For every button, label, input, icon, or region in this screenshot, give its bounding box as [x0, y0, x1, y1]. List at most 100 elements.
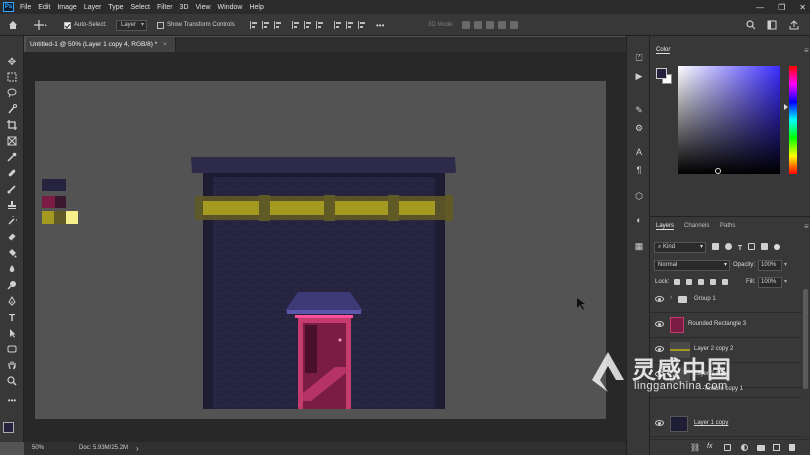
opacity-dropdown-icon[interactable]: ▾: [784, 261, 787, 268]
brush-panel-icon[interactable]: ✎: [633, 104, 645, 116]
blend-mode-dropdown[interactable]: Normal ▾: [654, 260, 730, 271]
hand-tool-icon[interactable]: [5, 360, 19, 373]
minimize-button[interactable]: —: [756, 3, 764, 12]
frame-tool-icon[interactable]: [5, 136, 19, 149]
menu-edit[interactable]: Edit: [38, 4, 50, 11]
lock-transparency-icon[interactable]: [674, 279, 680, 285]
lock-position-icon[interactable]: [697, 279, 704, 285]
layers-panel-menu-icon[interactable]: ≡: [804, 222, 809, 231]
align-top-icon[interactable]: [292, 21, 300, 29]
new-layer-icon[interactable]: [773, 444, 780, 451]
adjustments-panel-icon[interactable]: ⚙: [633, 122, 645, 134]
align-middle-icon[interactable]: [304, 21, 312, 29]
auto-select-checkbox[interactable]: [64, 21, 71, 29]
3d-panel-icon[interactable]: ⬡: [633, 190, 645, 202]
healing-brush-tool-icon[interactable]: [5, 168, 19, 181]
home-icon[interactable]: [8, 19, 18, 31]
distribute-vertical-icon[interactable]: [346, 21, 354, 29]
visibility-eye-icon[interactable]: [655, 321, 664, 327]
paths-tab[interactable]: Paths: [720, 223, 735, 229]
layer-row[interactable]: › Group 1: [650, 288, 802, 313]
link-icon[interactable]: ⛓: [690, 443, 700, 452]
lasso-tool-icon[interactable]: [5, 88, 19, 101]
menu-3d[interactable]: 3D: [180, 4, 189, 11]
color-picker-marker[interactable]: [715, 168, 721, 174]
transform-controls-checkbox[interactable]: [157, 21, 164, 29]
document-canvas[interactable]: [35, 81, 606, 419]
paint-bucket-tool-icon[interactable]: [5, 248, 19, 261]
menu-layer[interactable]: Layer: [84, 4, 102, 11]
document-tab[interactable]: Untitled-1 @ 50% (Layer 1 copy 4, RGB/8)…: [26, 37, 176, 52]
brush-tool-icon[interactable]: [5, 184, 19, 197]
transform-controls-option[interactable]: Show Transform Controls: [157, 19, 235, 31]
visibility-eye-icon[interactable]: [655, 420, 664, 426]
3d-rotate-icon[interactable]: [462, 21, 470, 29]
crop-tool-icon[interactable]: [5, 120, 19, 133]
fx-icon[interactable]: fx: [707, 443, 712, 450]
auto-select-dropdown[interactable]: Layer: [116, 19, 148, 31]
lock-artboard-icon[interactable]: [709, 279, 716, 285]
swatches-panel-icon[interactable]: ▦: [633, 240, 645, 252]
menu-select[interactable]: Select: [131, 4, 150, 11]
auto-select-option[interactable]: Auto-Select:: [64, 19, 107, 31]
color-panel-menu-icon[interactable]: ≡: [804, 46, 809, 55]
pen-tool-icon[interactable]: [5, 296, 19, 309]
trash-icon[interactable]: [789, 444, 795, 451]
color-picker-field[interactable]: [678, 66, 780, 174]
type-tool-icon[interactable]: T: [5, 312, 19, 325]
layer-filter-dropdown[interactable]: ⌕ Kind ▾: [654, 242, 706, 253]
menu-type[interactable]: Type: [108, 4, 123, 11]
history-panel-icon[interactable]: ⏍: [633, 52, 645, 64]
paragraph-panel-icon[interactable]: ¶: [633, 164, 645, 176]
foreground-color-chip[interactable]: [656, 68, 667, 79]
lock-pixels-icon[interactable]: [685, 279, 692, 285]
fill-dropdown-icon[interactable]: ▾: [784, 278, 787, 285]
clone-stamp-tool-icon[interactable]: [5, 200, 19, 213]
group-expand-icon[interactable]: ›: [670, 294, 672, 301]
menu-filter[interactable]: Filter: [157, 4, 173, 11]
lock-all-icon[interactable]: [721, 279, 728, 285]
filter-smart-object-icon[interactable]: [761, 243, 769, 250]
color-panel-tab[interactable]: Color: [656, 47, 671, 54]
visibility-eye-icon[interactable]: [655, 296, 664, 302]
status-arrow-icon[interactable]: ›: [136, 444, 139, 453]
menu-window[interactable]: Window: [218, 4, 243, 11]
zoom-tool-icon[interactable]: [5, 376, 19, 389]
rectangle-tool-icon[interactable]: [5, 344, 19, 357]
adjustment-icon[interactable]: [741, 444, 748, 451]
history-brush-tool-icon[interactable]: [5, 213, 20, 229]
filter-shape-icon[interactable]: [748, 243, 756, 250]
actions-panel-icon[interactable]: ▶: [633, 70, 645, 82]
align-right-icon[interactable]: [274, 21, 282, 29]
eyedropper-tool-icon[interactable]: [5, 152, 19, 165]
fill-field[interactable]: 100%: [758, 277, 782, 288]
hue-slider-handle[interactable]: [784, 104, 788, 110]
folder-icon[interactable]: [757, 445, 765, 451]
move-tool-icon[interactable]: ✥: [5, 56, 19, 69]
dodge-tool-icon[interactable]: [5, 280, 19, 293]
3d-pan-icon[interactable]: [486, 21, 494, 29]
3d-slide-icon[interactable]: [498, 21, 506, 29]
menu-view[interactable]: View: [196, 4, 211, 11]
blur-tool-icon[interactable]: [5, 264, 19, 277]
foreground-color-swatch[interactable]: [3, 422, 14, 433]
layer-row[interactable]: Layer 1 copy: [650, 412, 802, 437]
filter-toggle-icon[interactable]: [774, 244, 781, 250]
filter-adjustment-icon[interactable]: [724, 243, 732, 250]
marquee-tool-icon[interactable]: [5, 72, 19, 85]
layers-scrollbar[interactable]: [803, 289, 808, 389]
path-selection-tool-icon[interactable]: [5, 328, 19, 341]
quick-selection-tool-icon[interactable]: [5, 104, 19, 117]
layer-row[interactable]: Rounded Rectangle 3: [650, 313, 802, 338]
move-tool-preset-icon[interactable]: [34, 19, 48, 31]
align-bottom-icon[interactable]: [316, 21, 324, 29]
eraser-tool-icon[interactable]: [5, 232, 19, 245]
workspace-icon[interactable]: [767, 19, 777, 31]
share-icon[interactable]: [789, 19, 799, 31]
search-icon[interactable]: [746, 19, 756, 31]
mask-icon[interactable]: [724, 444, 731, 451]
menu-file[interactable]: File: [20, 4, 31, 11]
hue-slider[interactable]: [789, 66, 797, 174]
align-left-icon[interactable]: [250, 21, 258, 29]
layers-tab[interactable]: Layers: [656, 223, 675, 230]
